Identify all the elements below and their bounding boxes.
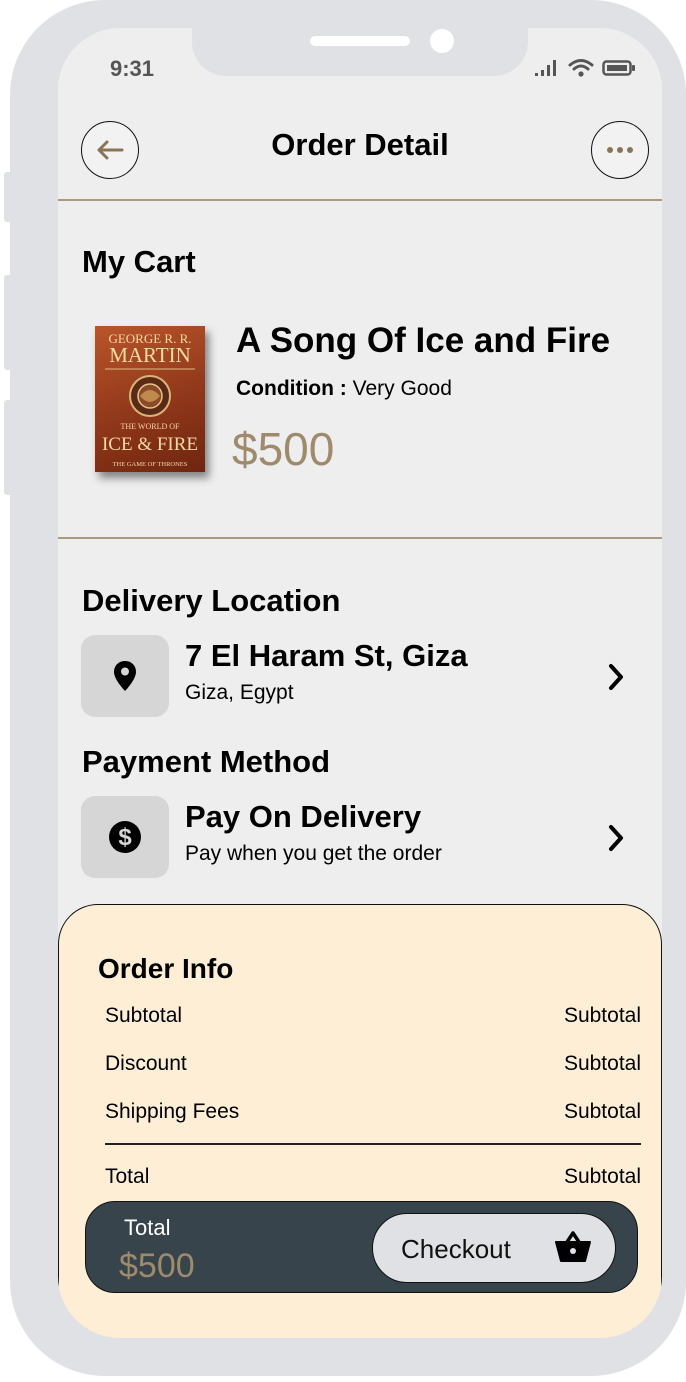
checkout-button[interactable]: Checkout <box>372 1213 616 1283</box>
delivery-chevron-right-icon[interactable] <box>606 662 626 697</box>
book-cover-image[interactable]: GEORGE R. R. MARTIN THE WORLD OF ICE & F… <box>95 326 205 472</box>
front-camera <box>430 29 454 53</box>
status-icons <box>534 58 636 78</box>
subtotal-label: Subtotal <box>105 1004 183 1027</box>
cover-title-line2: ICE & FIRE <box>102 434 198 455</box>
discount-label: Discount <box>105 1052 187 1075</box>
delivery-address[interactable]: 7 El Haram St, Giza <box>185 638 468 674</box>
phone-frame: 9:31 Order Detail My Cart GEORGE R. R. M… <box>10 0 686 1376</box>
delivery-section-title: Delivery Location <box>82 583 341 618</box>
cart-divider <box>58 537 662 539</box>
order-info-divider <box>105 1143 641 1145</box>
header-divider <box>58 199 662 201</box>
checkout-total-label: Total <box>124 1215 171 1240</box>
total-label: Total <box>105 1165 150 1188</box>
dollar-coin-icon: $ <box>109 821 141 853</box>
phone-notch <box>192 28 528 76</box>
page-title: Order Detail <box>271 127 449 162</box>
speaker-grille <box>310 36 410 46</box>
location-pin-icon <box>114 661 136 691</box>
phone-screen: 9:31 Order Detail My Cart GEORGE R. R. M… <box>58 28 662 1338</box>
cover-author-line2: MARTIN <box>109 343 191 367</box>
cover-series: THE GAME OF THRONES <box>113 461 188 468</box>
location-icon-box[interactable] <box>81 635 169 717</box>
delivery-region: Giza, Egypt <box>185 681 294 704</box>
payment-icon-box[interactable]: $ <box>81 796 169 878</box>
shipping-label: Shipping Fees <box>105 1100 240 1123</box>
discount-row: Discount Subtotal <box>105 1052 641 1076</box>
shipping-value: Subtotal <box>563 1100 641 1123</box>
book-title[interactable]: A Song Of Ice and Fire <box>236 321 610 361</box>
order-info-panel: Order Info Subtotal Subtotal Discount Su… <box>58 904 662 1338</box>
payment-method[interactable]: Pay On Delivery <box>185 799 421 835</box>
checkout-bar: Total $500 Checkout <box>85 1201 638 1293</box>
shipping-row: Shipping Fees Subtotal <box>105 1100 641 1124</box>
total-row: Total Subtotal <box>105 1165 641 1189</box>
wifi-icon <box>568 59 594 77</box>
book-cover-art: GEORGE R. R. MARTIN THE WORLD OF ICE & F… <box>102 331 198 468</box>
payment-section-title: Payment Method <box>82 744 331 779</box>
cover-title-line1: THE WORLD OF <box>121 422 181 431</box>
subtotal-value: Subtotal <box>563 1004 641 1027</box>
svg-text:$: $ <box>118 824 132 851</box>
more-dots-icon <box>607 147 633 153</box>
condition-value: Very Good <box>352 377 452 400</box>
signal-icon <box>535 60 556 76</box>
order-info-title: Order Info <box>98 953 234 984</box>
status-time: 9:31 <box>110 56 155 81</box>
condition-label: Condition : <box>236 377 347 400</box>
checkout-button-label: Checkout <box>401 1234 511 1264</box>
subtotal-row: Subtotal Subtotal <box>105 1004 641 1028</box>
book-price: $500 <box>232 423 335 475</box>
battery-icon <box>602 60 635 76</box>
cart-section-title: My Cart <box>82 244 196 279</box>
basket-icon <box>555 1231 591 1262</box>
more-options-button[interactable] <box>591 121 649 179</box>
book-condition: Condition : Very Good <box>236 377 452 401</box>
payment-description: Pay when you get the order <box>185 842 442 865</box>
checkout-total-value: $500 <box>119 1247 195 1285</box>
payment-chevron-right-icon[interactable] <box>606 823 626 858</box>
total-value: Subtotal <box>563 1165 641 1188</box>
discount-value: Subtotal <box>563 1052 641 1075</box>
